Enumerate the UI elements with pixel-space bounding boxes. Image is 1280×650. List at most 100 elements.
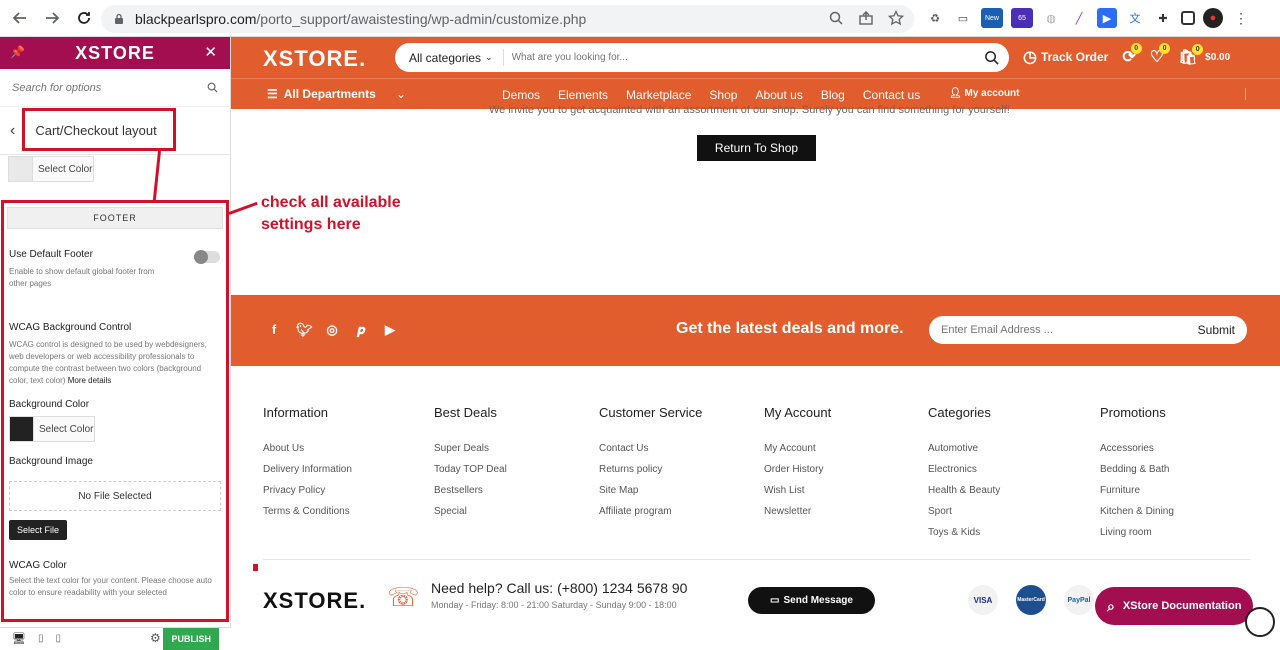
- all-departments-button[interactable]: ☰ All Departments: [267, 87, 376, 101]
- cart-badge: 0: [1192, 44, 1204, 55]
- my-account-link[interactable]: 👤︎ My account: [949, 88, 1020, 99]
- nav-item-elements[interactable]: Elements: [558, 88, 608, 102]
- bookmark-star-icon[interactable]: [888, 10, 904, 26]
- footer-column-information: Information About Us Delivery Informatio…: [263, 405, 352, 526]
- options-search: [0, 69, 230, 107]
- footer-column-title: Customer Service: [599, 405, 703, 420]
- footer-link[interactable]: Special: [434, 505, 507, 526]
- share-icon[interactable]: [858, 10, 874, 26]
- xstore-documentation-button[interactable]: ⌕ XStore Documentation: [1095, 587, 1253, 625]
- zoom-icon[interactable]: [828, 10, 844, 26]
- footer-link[interactable]: Wish List: [764, 484, 831, 505]
- footer-link[interactable]: Furniture: [1100, 484, 1174, 505]
- footer-link[interactable]: Site Map: [599, 484, 702, 505]
- footer-link[interactable]: Kitchen & Dining: [1100, 505, 1174, 526]
- chevron-down-icon[interactable]: ⌄: [396, 87, 406, 101]
- footer-link[interactable]: Automotive: [928, 442, 1000, 463]
- footer-link[interactable]: About Us: [263, 442, 352, 463]
- globe-extension-icon[interactable]: ◍: [1041, 8, 1061, 28]
- footer-link[interactable]: Delivery Information: [263, 463, 352, 484]
- puzzle-extension-icon[interactable]: ✚: [1153, 8, 1173, 28]
- footer-column-title: Categories: [928, 405, 991, 420]
- footer-link[interactable]: Accessories: [1100, 442, 1174, 463]
- sidepanel-icon[interactable]: [1181, 11, 1195, 25]
- mobile-preview-icon[interactable]: ▯: [55, 633, 61, 644]
- nav-item-about-us[interactable]: About us: [755, 88, 802, 102]
- recycle-extension-icon[interactable]: ♻: [925, 8, 945, 28]
- site-header: XSTORE. All categories⌄ ◷Track Order ⟳0 …: [231, 37, 1280, 78]
- footer-link[interactable]: Terms & Conditions: [263, 505, 352, 526]
- footer-column-title: Promotions: [1100, 405, 1166, 420]
- footer-link[interactable]: Bedding & Bath: [1100, 463, 1174, 484]
- car-extension-icon[interactable]: ▭: [953, 8, 973, 28]
- facebook-icon[interactable]: f: [267, 322, 281, 338]
- social-links: f 🐦︎ ◎ 𝒑 ▶: [267, 322, 397, 338]
- product-search-input[interactable]: [511, 52, 982, 63]
- close-icon[interactable]: ✕: [204, 43, 217, 61]
- footer-link[interactable]: Bestsellers: [434, 484, 507, 505]
- footer-column-title: Information: [263, 405, 329, 420]
- instagram-icon[interactable]: ◎: [325, 322, 339, 338]
- footer-link[interactable]: Order History: [764, 463, 831, 484]
- footer-link[interactable]: Living room: [1100, 526, 1174, 547]
- wishlist-heart-icon[interactable]: ♡ 0: [1150, 43, 1171, 67]
- pinterest-icon[interactable]: 𝒑: [354, 322, 368, 338]
- footer-link[interactable]: Sport: [928, 505, 1000, 526]
- video-extension-icon[interactable]: ▶: [1097, 8, 1117, 28]
- graduation-extension-icon[interactable]: 65: [1011, 8, 1033, 28]
- footer-link[interactable]: Super Deals: [434, 442, 507, 463]
- footer-link[interactable]: Returns policy: [599, 463, 702, 484]
- footer-link[interactable]: Privacy Policy: [263, 484, 352, 505]
- new-extension-icon[interactable]: New: [981, 8, 1003, 28]
- desktop-preview-icon[interactable]: 🖥: [12, 632, 26, 645]
- footer-logo[interactable]: XSTORE.: [263, 588, 366, 614]
- footer-link[interactable]: Electronics: [928, 463, 1000, 484]
- translate-extension-icon[interactable]: 文: [1125, 8, 1145, 28]
- compare-badge: 0: [1130, 43, 1142, 54]
- footer-link[interactable]: Health & Beauty: [928, 484, 1000, 505]
- compare-icon[interactable]: ⟳ 0: [1122, 43, 1142, 67]
- footer-link[interactable]: My Account: [764, 442, 831, 463]
- pen-extension-icon[interactable]: ╱: [1069, 8, 1089, 28]
- gear-icon[interactable]: ⚙: [150, 631, 161, 645]
- profile-avatar[interactable]: ●: [1203, 8, 1223, 28]
- footer-link[interactable]: Toys & Kids: [928, 526, 1000, 547]
- youtube-icon[interactable]: ▶: [383, 322, 397, 338]
- footer-link[interactable]: Contact Us: [599, 442, 702, 463]
- cart-link[interactable]: 🛍 0 $0.00: [1178, 44, 1230, 66]
- send-message-label: Send Message: [783, 595, 853, 606]
- empty-cart-message: We invite you to get acquainted with an …: [489, 104, 1010, 116]
- send-message-button[interactable]: ▭ Send Message: [748, 587, 875, 614]
- back-arrow-icon[interactable]: [8, 6, 32, 30]
- options-search-input[interactable]: [12, 81, 192, 94]
- address-bar[interactable]: blackpearlspro.com/porto_support/awaiste…: [101, 5, 914, 33]
- nav-item-demos[interactable]: Demos: [502, 88, 540, 102]
- category-select[interactable]: All categories ⌄: [395, 49, 504, 66]
- tablet-preview-icon[interactable]: ▯: [38, 633, 44, 644]
- back-chevron-icon[interactable]: ‹: [10, 122, 15, 140]
- reload-icon[interactable]: [72, 6, 96, 30]
- nav-item-shop[interactable]: Shop: [709, 88, 737, 102]
- scroll-to-top-button[interactable]: [1245, 607, 1275, 637]
- menu-kebab-icon[interactable]: ⋮: [1231, 8, 1251, 28]
- email-field[interactable]: [941, 324, 1181, 336]
- twitter-icon[interactable]: 🐦︎: [296, 322, 313, 338]
- search-icon[interactable]: [207, 82, 218, 93]
- footer-link[interactable]: Newsletter: [764, 505, 831, 526]
- annotation-box-footer-settings: [1, 200, 229, 622]
- footer-link[interactable]: Affiliate program: [599, 505, 702, 526]
- footer-column-title: Best Deals: [434, 405, 497, 420]
- footer-link[interactable]: Today TOP Deal: [434, 463, 507, 484]
- nav-item-blog[interactable]: Blog: [821, 88, 845, 102]
- submit-button[interactable]: Submit: [1198, 323, 1235, 337]
- publish-button[interactable]: PUBLISH: [163, 628, 219, 650]
- site-logo[interactable]: XSTORE.: [263, 46, 366, 72]
- forward-arrow-icon[interactable]: [40, 6, 64, 30]
- nav-item-marketplace[interactable]: Marketplace: [626, 88, 691, 102]
- pin-icon[interactable]: 📌: [10, 45, 25, 59]
- top-color-picker[interactable]: Select Color: [8, 156, 94, 182]
- track-order-link[interactable]: ◷ Track Order: [1023, 47, 1108, 67]
- nav-item-contact-us[interactable]: Contact us: [863, 88, 920, 102]
- search-icon[interactable]: [984, 50, 999, 65]
- return-to-shop-button[interactable]: Return To Shop: [697, 135, 816, 161]
